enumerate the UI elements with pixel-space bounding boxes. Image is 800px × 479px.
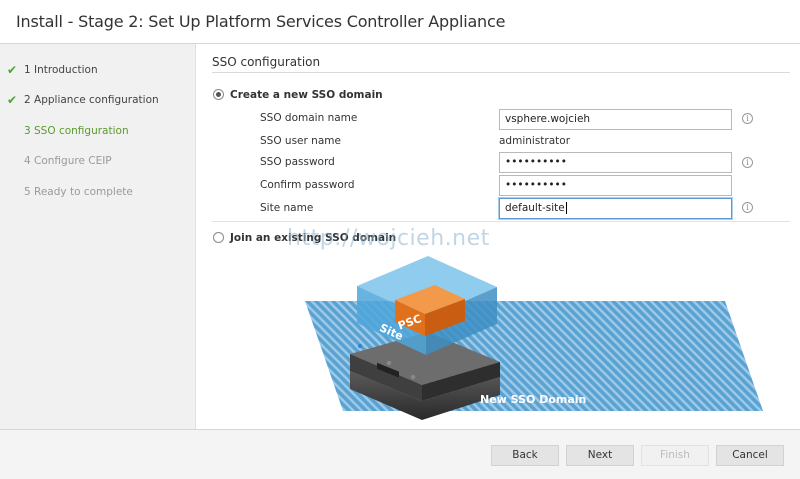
info-icon[interactable]: i xyxy=(742,113,753,124)
sidebar-step-label: 1 Introduction xyxy=(24,64,98,76)
psc-box-side-shape xyxy=(425,299,465,336)
sso-domain-name-label: SSO domain name xyxy=(260,112,358,124)
checkmark-icon: ✔ xyxy=(7,93,18,107)
server-vent-shape xyxy=(377,362,399,378)
site-name-label: Site name xyxy=(260,202,314,214)
create-sso-domain-label[interactable]: Create a new SSO domain xyxy=(230,89,383,101)
confirm-password-input[interactable]: •••••••••• xyxy=(499,175,732,196)
sso-user-name-label: SSO user name xyxy=(260,135,341,147)
site-name-input[interactable]: default-site xyxy=(499,198,732,219)
sso-domain-name-input[interactable]: vsphere.wojcieh xyxy=(499,109,732,130)
sidebar-step-introduction[interactable]: ✔ 1 Introduction xyxy=(0,63,196,83)
psc-label: PSC xyxy=(396,312,423,332)
sidebar-step-label: 2 Appliance configuration xyxy=(24,94,159,106)
sso-user-name-value: administrator xyxy=(499,135,571,147)
site-name-value: default-site xyxy=(505,202,565,214)
site-label: Site xyxy=(378,321,406,343)
info-icon[interactable]: i xyxy=(742,202,753,213)
new-sso-domain-label: New SSO Domain xyxy=(480,393,586,406)
sidebar-step-ready-to-complete: 5 Ready to complete xyxy=(0,185,196,205)
finish-button: Finish xyxy=(641,445,709,466)
join-sso-domain-radio[interactable] xyxy=(213,232,224,243)
watermark-text: http://wojcieh.net xyxy=(287,226,490,251)
sso-password-label: SSO password xyxy=(260,156,335,168)
next-button[interactable]: Next xyxy=(566,445,634,466)
domain-floor-shape xyxy=(305,301,763,411)
create-sso-domain-radio[interactable] xyxy=(213,89,224,100)
cancel-button[interactable]: Cancel xyxy=(716,445,784,466)
psc-box-top-shape xyxy=(395,285,465,314)
text-caret xyxy=(565,202,567,214)
section-title: SSO configuration xyxy=(212,55,321,69)
back-button[interactable]: Back xyxy=(491,445,559,466)
window-title: Install - Stage 2: Set Up Platform Servi… xyxy=(16,12,506,31)
server-front-shape xyxy=(350,354,422,401)
divider xyxy=(212,221,790,222)
divider xyxy=(212,72,790,73)
footer-bar: Back Next Finish Cancel xyxy=(0,429,800,479)
server-body-shape xyxy=(350,371,500,420)
sidebar-step-appliance-configuration[interactable]: ✔ 2 Appliance configuration xyxy=(0,93,196,113)
info-icon[interactable]: i xyxy=(742,157,753,168)
sidebar-step-label: 4 Configure CEIP xyxy=(24,155,112,167)
sidebar-step-configure-ceip: 4 Configure CEIP xyxy=(0,154,196,174)
sidebar-step-sso-configuration[interactable]: 3 SSO configuration xyxy=(0,124,196,144)
confirm-password-label: Confirm password xyxy=(260,179,355,191)
site-cube-top-shape xyxy=(357,256,497,318)
sso-password-input[interactable]: •••••••••• xyxy=(499,152,732,173)
site-cube-front-shape xyxy=(357,286,426,355)
sidebar-step-label: 5 Ready to complete xyxy=(24,186,133,198)
psc-box-front-shape xyxy=(395,300,425,336)
site-cube-side-shape xyxy=(426,287,497,355)
server-button-icon xyxy=(410,374,416,380)
server-led-icon xyxy=(358,344,362,348)
sidebar-step-label: 3 SSO configuration xyxy=(24,125,129,137)
wizard-sidebar: ✔ 1 Introduction ✔ 2 Appliance configura… xyxy=(0,44,196,429)
server-top-shape xyxy=(350,332,500,385)
title-bar: Install - Stage 2: Set Up Platform Servi… xyxy=(0,0,800,44)
server-button-icon xyxy=(386,360,392,366)
server-side-shape xyxy=(422,362,500,401)
checkmark-icon: ✔ xyxy=(7,63,18,77)
